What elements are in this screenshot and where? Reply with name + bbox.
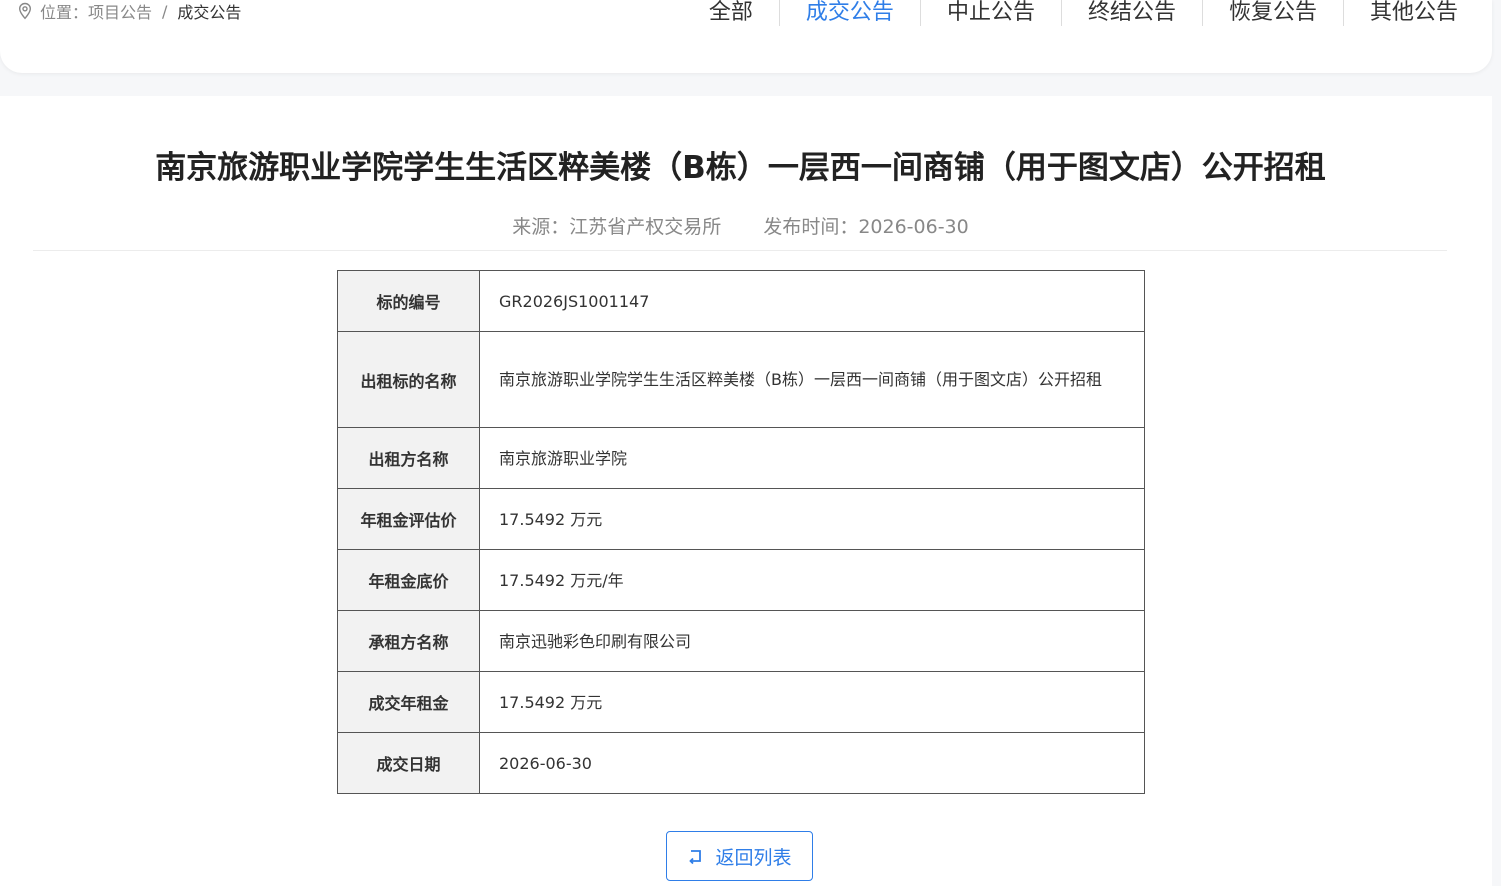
- tab-deal-announcement[interactable]: 成交公告: [778, 0, 920, 26]
- row-label: 出租标的名称: [337, 331, 480, 428]
- row-value: 南京旅游职业学院: [479, 427, 1145, 489]
- breadcrumb-current: 成交公告: [177, 3, 242, 22]
- table-row: 成交日期 2026-06-30: [337, 732, 1145, 794]
- table-row: 年租金评估价 17.5492 万元: [337, 488, 1145, 550]
- row-value: 17.5492 万元/年: [479, 549, 1145, 611]
- announcement-tabs: 全部 成交公告 中止公告 终结公告 恢复公告 其他公告: [683, 0, 1484, 26]
- tab-other-announcement[interactable]: 其他公告: [1342, 0, 1484, 26]
- table-row: 年租金底价 17.5492 万元/年: [337, 549, 1145, 611]
- article-source: 来源：江苏省产权交易所: [512, 216, 722, 238]
- row-value: 南京旅游职业学院学生生活区粹美楼（B栋）一层西一间商铺（用于图文店）公开招租: [479, 331, 1145, 428]
- row-label: 成交年租金: [337, 671, 480, 733]
- table-row: 承租方名称 南京迅驰彩色印刷有限公司: [337, 610, 1145, 672]
- breadcrumb-parent-link[interactable]: 项目公告: [88, 0, 152, 23]
- return-icon: [689, 850, 702, 865]
- row-value: 南京迅驰彩色印刷有限公司: [479, 610, 1145, 672]
- row-label: 成交日期: [337, 732, 480, 794]
- tab-termination-announcement[interactable]: 终结公告: [1060, 0, 1202, 26]
- deal-info-table: 标的编号 GR2026JS1001147 出租标的名称 南京旅游职业学院学生生活…: [337, 270, 1145, 794]
- article-publish-time: 发布时间：2026-06-30: [763, 216, 969, 238]
- table-row: 出租方名称 南京旅游职业学院: [337, 427, 1145, 489]
- tab-all[interactable]: 全部: [683, 0, 779, 26]
- row-value: 17.5492 万元: [479, 488, 1145, 550]
- row-label: 年租金底价: [337, 549, 480, 611]
- table-row: 出租标的名称 南京旅游职业学院学生生活区粹美楼（B栋）一层西一间商铺（用于图文店…: [337, 331, 1145, 428]
- tab-resumption-announcement[interactable]: 恢复公告: [1201, 0, 1343, 26]
- table-row: 标的编号 GR2026JS1001147: [337, 270, 1145, 332]
- article-meta: 来源：江苏省产权交易所 发布时间：2026-06-30: [0, 212, 1481, 239]
- table-row: 成交年租金 17.5492 万元: [337, 671, 1145, 733]
- back-to-list-button[interactable]: 返回列表: [666, 831, 813, 881]
- row-value: 17.5492 万元: [479, 671, 1145, 733]
- location-pin-icon: [18, 2, 32, 20]
- row-label: 出租方名称: [337, 427, 480, 489]
- breadcrumb-separator: /: [162, 1, 168, 21]
- row-label: 年租金评估价: [337, 488, 480, 550]
- tab-suspension-announcement[interactable]: 中止公告: [919, 0, 1061, 26]
- breadcrumb: 位置： 项目公告 / 成交公告: [16, 0, 241, 22]
- top-bar: 位置： 项目公告 / 成交公告 全部 成交公告 中止公告 终结公告 恢复公告 其…: [0, 0, 1492, 73]
- row-label: 承租方名称: [337, 610, 480, 672]
- breadcrumb-prefix: 位置：: [40, 3, 89, 22]
- row-value: 2026-06-30: [479, 732, 1145, 794]
- row-label: 标的编号: [337, 270, 480, 332]
- row-value: GR2026JS1001147: [479, 270, 1145, 332]
- page-title: 南京旅游职业学院学生生活区粹美楼（B栋）一层西一间商铺（用于图文店）公开招租: [155, 150, 1326, 186]
- divider: [33, 250, 1447, 251]
- back-button-label: 返回列表: [715, 846, 792, 869]
